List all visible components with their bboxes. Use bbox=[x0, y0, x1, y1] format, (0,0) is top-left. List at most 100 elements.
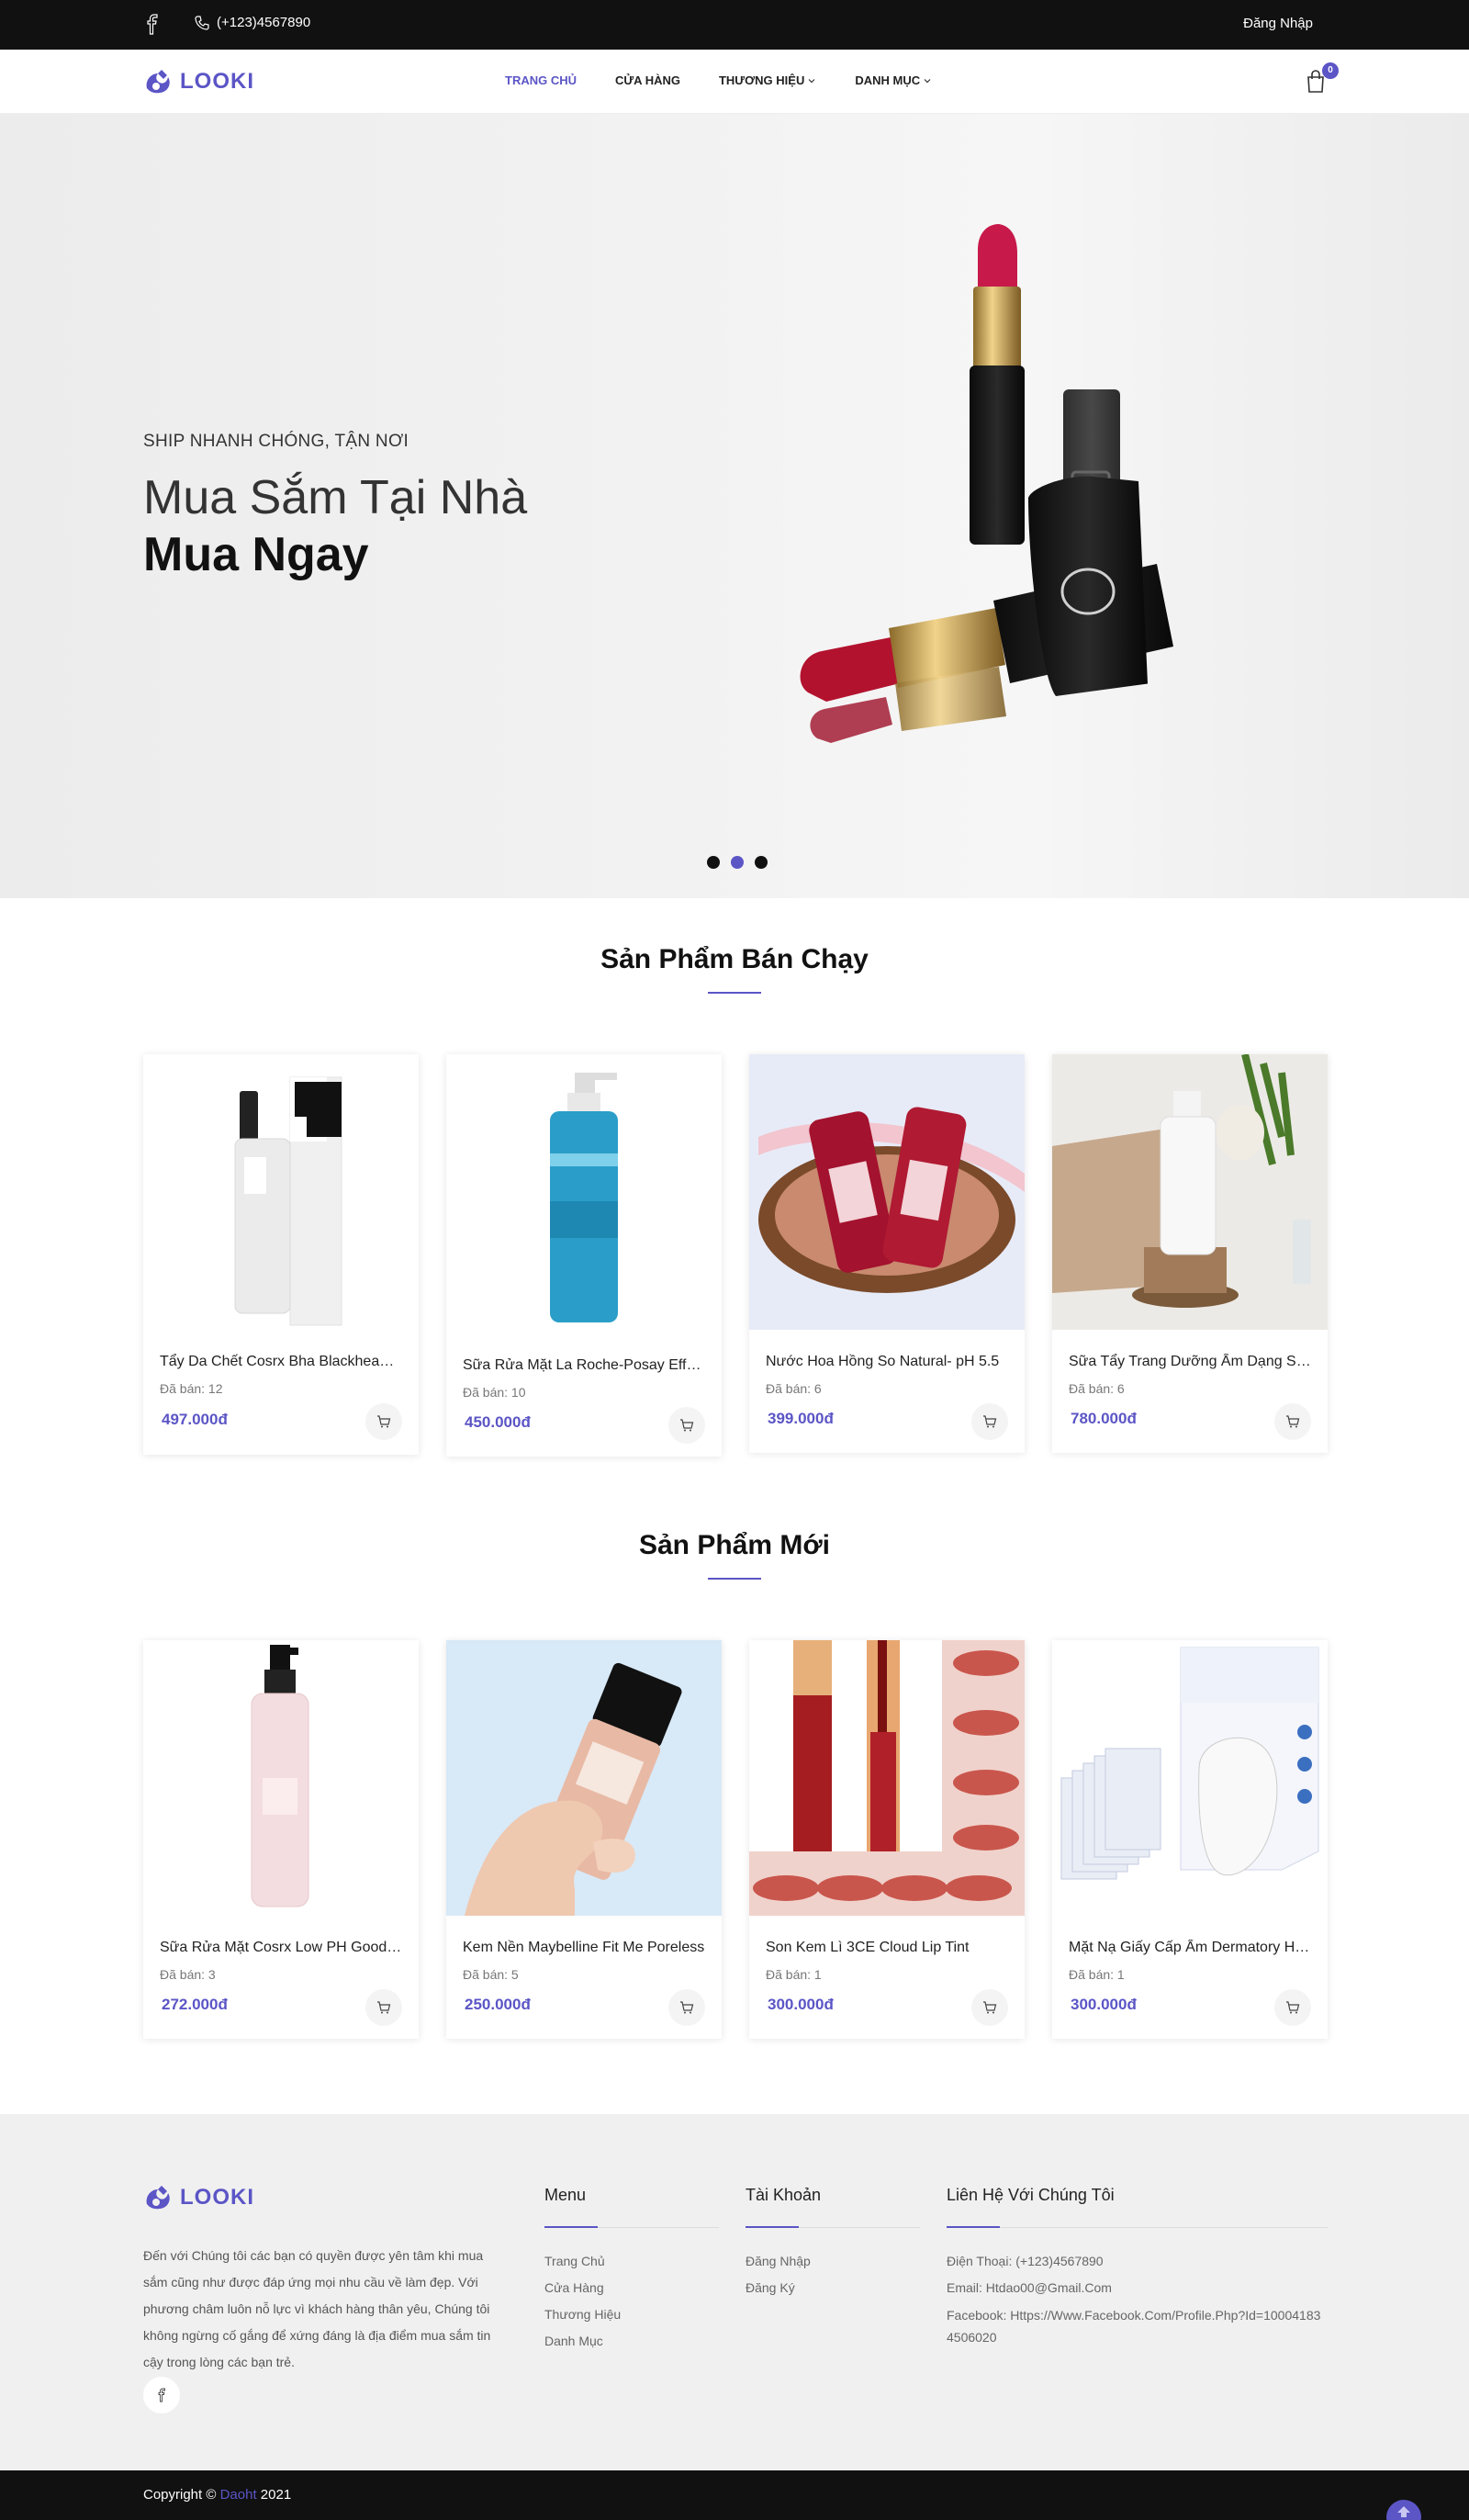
cart-icon bbox=[680, 1419, 694, 1432]
chevron-down-icon bbox=[924, 78, 931, 83]
copyright-prefix: Copyright © bbox=[143, 2487, 220, 2503]
footer-about-text: Đến với Chúng tôi các bạn có quyền được … bbox=[143, 2248, 491, 2369]
slider-dot-3[interactable] bbox=[755, 856, 768, 869]
nav-item-shop[interactable]: CỬA HÀNG bbox=[615, 73, 680, 87]
add-to-cart-button[interactable] bbox=[668, 1989, 705, 2026]
top-phone: (+123)4567890 bbox=[195, 15, 310, 30]
add-to-cart-button[interactable] bbox=[971, 1403, 1008, 1440]
newproducts-title-underline bbox=[708, 1578, 761, 1580]
product-card[interactable]: Son Kem Lì 3CE Cloud Lip Tint Đã bán: 1 … bbox=[749, 1640, 1025, 2039]
arrow-up-icon bbox=[1397, 2506, 1410, 2517]
product-name[interactable]: Sữa Rửa Mặt La Roche-Posay Effaclar bbox=[463, 1357, 705, 1374]
hero-subtitle: SHIP NHANH CHÓNG, TẬN NƠI bbox=[143, 432, 409, 451]
product-image-dermatory-mask bbox=[1060, 1647, 1319, 1880]
product-sold-count: Đã bán: 5 bbox=[463, 1967, 519, 1982]
logo-text: LOOKI bbox=[180, 69, 254, 94]
facebook-icon[interactable] bbox=[143, 14, 162, 36]
cart-icon bbox=[377, 2001, 391, 2014]
nav-label: CỬA HÀNG bbox=[615, 73, 680, 87]
product-image[interactable] bbox=[143, 1054, 419, 1330]
footer-menu-title: Menu bbox=[544, 2186, 587, 2204]
product-image[interactable] bbox=[1052, 1054, 1328, 1330]
product-image-cosrx-cleanser bbox=[251, 1645, 309, 1907]
footer-link-brands[interactable]: Thương Hiệu bbox=[544, 2301, 719, 2328]
product-image[interactable] bbox=[143, 1640, 419, 1916]
product-card[interactable]: Tẩy Da Chết Cosrx Bha Blackhead Power Li… bbox=[143, 1054, 419, 1455]
nav-label: TRANG CHỦ bbox=[505, 73, 577, 87]
footer-link-register[interactable]: Đăng Ký bbox=[746, 2275, 920, 2301]
product-name[interactable]: Kem Nền Maybelline Fit Me Poreless bbox=[463, 1940, 705, 1956]
copyright-brand-link[interactable]: Daoht bbox=[220, 2487, 257, 2503]
product-card[interactable]: Sữa Rửa Mặt La Roche-Posay Effaclar Đã b… bbox=[446, 1054, 722, 1457]
product-card[interactable]: Sữa Tẩy Trang Dưỡng Ẩm Dạng Sữa Đã bán: … bbox=[1052, 1054, 1328, 1453]
product-name[interactable]: Tẩy Da Chết Cosrx Bha Blackhead Power Li… bbox=[160, 1354, 402, 1370]
add-to-cart-button[interactable] bbox=[1274, 1989, 1311, 2026]
footer-menu-column: Menu Trang Chủ Cửa Hàng Thương Hiệu Danh… bbox=[544, 2186, 719, 2355]
product-price: 300.000đ bbox=[1071, 1996, 1137, 2013]
product-name[interactable]: Mặt Nạ Giấy Cấp Ẩm Dermatory Hyal bbox=[1069, 1940, 1311, 1956]
main-header: LOOKI TRANG CHỦ CỬA HÀNG THƯƠNG HIỆU DAN… bbox=[0, 50, 1469, 114]
site-logo[interactable]: LOOKI bbox=[143, 68, 254, 96]
slider-dot-1[interactable] bbox=[707, 856, 720, 869]
facebook-icon bbox=[158, 2388, 165, 2402]
add-to-cart-button[interactable] bbox=[1274, 1403, 1311, 1440]
product-name[interactable]: Sữa Rửa Mặt Cosrx Low PH Good Morning bbox=[160, 1940, 402, 1956]
copyright-year: 2021 bbox=[256, 2487, 292, 2503]
product-card[interactable]: Mặt Nạ Giấy Cấp Ẩm Dermatory Hyal Đã bán… bbox=[1052, 1640, 1328, 2039]
footer-link-login[interactable]: Đăng Nhập bbox=[746, 2248, 920, 2275]
product-price: 300.000đ bbox=[768, 1996, 834, 2013]
product-price: 450.000đ bbox=[465, 1413, 531, 1431]
product-image[interactable] bbox=[749, 1054, 1025, 1330]
footer-logo[interactable]: LOOKI bbox=[143, 2184, 254, 2211]
product-image-laneige-cleansing-milk bbox=[1052, 1054, 1328, 1330]
logo-mark-icon bbox=[146, 70, 170, 94]
footer-link-categories[interactable]: Danh Mục bbox=[544, 2328, 719, 2355]
top-phone-number: (+123)4567890 bbox=[217, 15, 311, 30]
product-price: 250.000đ bbox=[465, 1996, 531, 2013]
product-image[interactable] bbox=[749, 1640, 1025, 1916]
product-card[interactable]: Nước Hoa Hồng So Natural- pH 5.5 Đã bán:… bbox=[749, 1054, 1025, 1453]
add-to-cart-button[interactable] bbox=[971, 1989, 1008, 2026]
footer-divider bbox=[544, 2226, 719, 2228]
product-card[interactable]: Sữa Rửa Mặt Cosrx Low PH Good Morning Đã… bbox=[143, 1640, 419, 2039]
top-bar: (+123)4567890 Đăng Nhập bbox=[0, 0, 1469, 50]
hero-heading-line1: Mua Sắm Tại Nhà bbox=[143, 471, 528, 524]
product-name[interactable]: Sữa Tẩy Trang Dưỡng Ẩm Dạng Sữa bbox=[1069, 1354, 1311, 1370]
nav-label: DANH MỤC bbox=[855, 73, 921, 87]
product-name[interactable]: Nước Hoa Hồng So Natural- pH 5.5 bbox=[766, 1354, 1008, 1370]
footer-contact-facebook[interactable]: Facebook: Https://Www.Facebook.Com/Profi… bbox=[947, 2301, 1328, 2348]
nav-item-brands[interactable]: THƯƠNG HIỆU bbox=[719, 73, 816, 87]
footer-divider bbox=[947, 2226, 1328, 2228]
product-image-3ce-lip-tint bbox=[749, 1640, 1025, 1916]
footer-contact-phone: Điện Thoại: (+123)4567890 bbox=[947, 2254, 1104, 2268]
bestsellers-title-underline bbox=[708, 992, 761, 994]
product-price: 780.000đ bbox=[1071, 1410, 1137, 1427]
nav-item-home[interactable]: TRANG CHỦ bbox=[505, 73, 577, 87]
add-to-cart-button[interactable] bbox=[365, 1403, 402, 1440]
login-link[interactable]: Đăng Nhập bbox=[1243, 16, 1313, 31]
footer-account-title: Tài Khoản bbox=[746, 2186, 822, 2204]
hero-slider: SHIP NHANH CHÓNG, TẬN NƠI Mua Sắm Tại Nh… bbox=[0, 114, 1469, 898]
product-image[interactable] bbox=[446, 1054, 722, 1330]
add-to-cart-button[interactable] bbox=[365, 1989, 402, 2026]
slider-dots bbox=[707, 856, 768, 869]
hero-lipstick-image bbox=[800, 224, 1173, 743]
product-image-maybelline-fit-me bbox=[446, 1640, 722, 1916]
footer-account-column: Tài Khoản Đăng Nhập Đăng Ký bbox=[746, 2186, 920, 2301]
product-image[interactable] bbox=[1052, 1640, 1328, 1916]
footer-link-shop[interactable]: Cửa Hàng bbox=[544, 2275, 719, 2301]
copyright-bar: Copyright © Daoht 2021 bbox=[0, 2470, 1469, 2520]
nav-label: THƯƠNG HIỆU bbox=[718, 73, 805, 87]
nav-item-categories[interactable]: DANH MỤC bbox=[855, 73, 932, 87]
product-image[interactable] bbox=[446, 1640, 722, 1916]
product-name[interactable]: Son Kem Lì 3CE Cloud Lip Tint bbox=[766, 1940, 1008, 1956]
footer-facebook-button[interactable] bbox=[143, 2377, 180, 2413]
add-to-cart-button[interactable] bbox=[668, 1407, 705, 1444]
cart-icon bbox=[983, 2001, 997, 2014]
product-card[interactable]: Kem Nền Maybelline Fit Me Poreless Đã bá… bbox=[446, 1640, 722, 2039]
footer-link-home[interactable]: Trang Chủ bbox=[544, 2248, 719, 2275]
slider-dot-2[interactable] bbox=[731, 856, 744, 869]
product-sold-count: Đã bán: 3 bbox=[160, 1967, 216, 1982]
product-sold-count: Đã bán: 1 bbox=[766, 1967, 822, 1982]
cart-button[interactable]: 0 bbox=[1306, 62, 1339, 94]
